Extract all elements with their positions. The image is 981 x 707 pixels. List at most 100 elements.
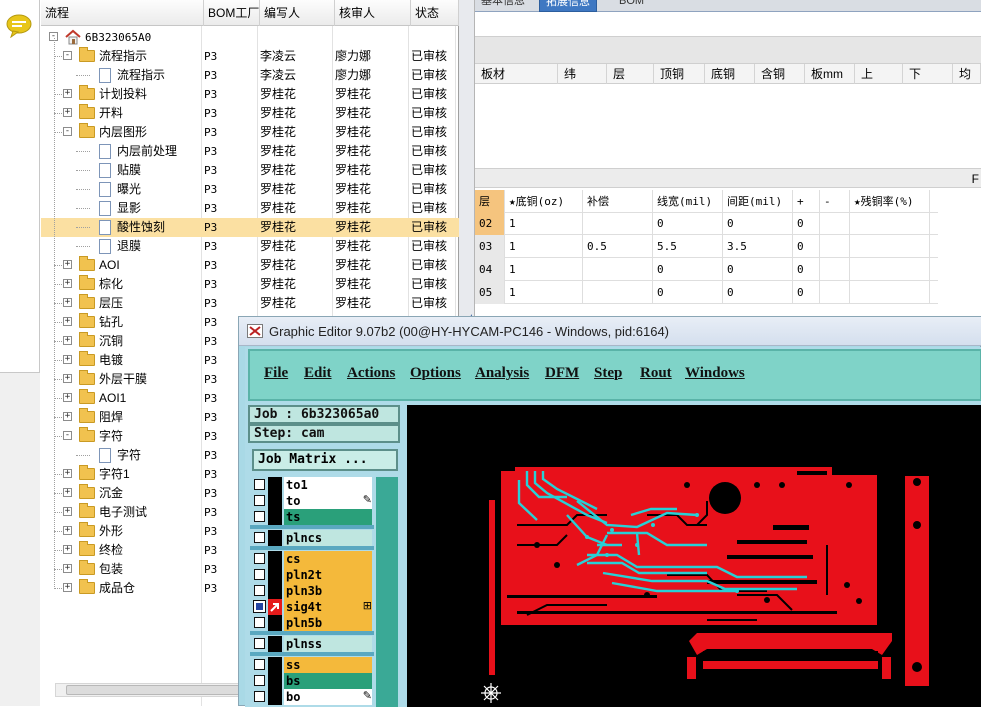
layer-cell[interactable] <box>850 258 930 281</box>
layer-name[interactable]: pln2t <box>284 567 372 583</box>
expand-toggle-icon[interactable]: + <box>63 355 72 364</box>
layer-cell[interactable] <box>583 258 653 281</box>
tree-row[interactable]: + 计划投料 P3 罗桂花 罗桂花 已审核 <box>41 85 459 104</box>
collapse-toggle-icon[interactable]: - <box>63 51 72 60</box>
layer-cell[interactable]: 02 <box>475 212 505 235</box>
layer-visibility-checkbox[interactable] <box>254 479 265 490</box>
menu-file[interactable]: File <box>264 365 288 382</box>
expand-toggle-icon[interactable]: + <box>63 108 72 117</box>
layer-cell[interactable]: 05 <box>475 281 505 304</box>
layer-cell[interactable] <box>583 212 653 235</box>
window-titlebar[interactable]: Graphic Editor 9.07b2 (00@HY-HYCAM-PC146… <box>239 317 981 346</box>
layer-row[interactable]: cs <box>250 551 374 567</box>
menu-windows[interactable]: Windows <box>685 365 745 382</box>
layer-name[interactable]: bs <box>284 673 372 689</box>
layer-visibility-checkbox[interactable] <box>254 659 265 670</box>
col-header-flow[interactable]: 流程 <box>41 0 204 26</box>
pcb-graphics-canvas[interactable] <box>407 405 981 707</box>
tree-row[interactable]: - 流程指示 P3 李凌云 廖力娜 已审核 <box>41 47 459 66</box>
menu-step[interactable]: Step <box>594 365 622 382</box>
tree-row[interactable]: 退膜 P3 罗桂花 罗桂花 已审核 <box>41 237 459 256</box>
tree-row[interactable]: + 开料 P3 罗桂花 罗桂花 已审核 <box>41 104 459 123</box>
layer-cell[interactable]: 04 <box>475 258 505 281</box>
layer-cell[interactable]: 0 <box>723 258 793 281</box>
layer-color-swatch[interactable] <box>268 567 282 583</box>
layer-visibility-checkbox[interactable] <box>254 675 265 686</box>
layer-cell[interactable]: 0 <box>793 212 820 235</box>
layer-row[interactable]: plncs <box>250 530 374 546</box>
layer-visibility-checkbox[interactable] <box>254 585 265 596</box>
tab-basic-info[interactable]: 基本信息 <box>475 0 531 12</box>
layer-color-swatch[interactable] <box>268 551 282 567</box>
layer-visibility-checkbox[interactable] <box>254 569 265 580</box>
menu-dfm[interactable]: DFM <box>545 365 579 382</box>
layer-cell[interactable]: 1 <box>505 281 583 304</box>
layer-cell[interactable]: 0 <box>723 281 793 304</box>
layer-name[interactable]: to1 <box>284 477 372 493</box>
layer-row[interactable]: ss <box>250 657 374 673</box>
tree-row[interactable]: + 层压 P3 罗桂花 罗桂花 已审核 <box>41 294 459 313</box>
layer-name[interactable]: ss <box>284 657 372 673</box>
layer-list-scrollbar[interactable] <box>376 477 398 707</box>
layer-color-swatch[interactable] <box>268 599 282 615</box>
chat-icon[interactable] <box>5 14 35 39</box>
layer-row[interactable]: bs <box>250 673 374 689</box>
layer-cell[interactable]: 0 <box>793 281 820 304</box>
layer-row[interactable]: sig4t ⊞ <box>250 599 374 615</box>
expand-toggle-icon[interactable]: + <box>63 507 72 516</box>
layer-cell[interactable]: 5.5 <box>653 235 723 258</box>
tree-root-row[interactable]: - 6B323065A0 <box>41 28 459 47</box>
expand-toggle-icon[interactable]: + <box>63 336 72 345</box>
layer-visibility-checkbox[interactable] <box>254 617 265 628</box>
collapse-toggle-icon[interactable]: - <box>63 431 72 440</box>
layer-name[interactable]: plnss <box>284 636 372 652</box>
layer-color-swatch[interactable] <box>268 493 282 509</box>
tree-row[interactable]: 流程指示 P3 李凌云 廖力娜 已审核 <box>41 66 459 85</box>
layer-row[interactable]: to1 <box>250 477 374 493</box>
layer-cell[interactable]: 03 <box>475 235 505 258</box>
layer-name[interactable]: plncs <box>284 530 372 546</box>
layer-cell[interactable]: 0 <box>653 258 723 281</box>
expand-toggle-icon[interactable]: + <box>63 526 72 535</box>
layer-cell[interactable] <box>850 281 930 304</box>
layer-color-swatch[interactable] <box>268 509 282 525</box>
menu-analysis[interactable]: Analysis <box>475 365 529 382</box>
layer-cell[interactable]: 0 <box>653 281 723 304</box>
expand-toggle-icon[interactable]: + <box>63 89 72 98</box>
tree-row[interactable]: + AOI P3 罗桂花 罗桂花 已审核 <box>41 256 459 275</box>
layer-cell[interactable]: 0 <box>793 235 820 258</box>
layer-name[interactable]: sig4t <box>284 599 372 615</box>
tree-row[interactable]: + 棕化 P3 罗桂花 罗桂花 已审核 <box>41 275 459 294</box>
layer-cell[interactable] <box>820 281 850 304</box>
layer-color-swatch[interactable] <box>268 530 282 546</box>
layer-color-swatch[interactable] <box>268 636 282 652</box>
tree-row[interactable]: 贴膜 P3 罗桂花 罗桂花 已审核 <box>41 161 459 180</box>
layer-cell[interactable]: 0 <box>793 258 820 281</box>
expand-toggle-icon[interactable]: + <box>63 260 72 269</box>
menu-options[interactable]: Options <box>410 365 461 382</box>
expand-toggle-icon[interactable]: + <box>63 564 72 573</box>
layer-color-swatch[interactable] <box>268 657 282 673</box>
collapse-toggle-icon[interactable]: - <box>63 127 72 136</box>
job-matrix-button[interactable]: Job Matrix ... <box>252 449 398 471</box>
layer-cell[interactable] <box>820 258 850 281</box>
tab-bom[interactable]: BOM <box>613 0 650 12</box>
layer-edit-icon[interactable]: ✎ <box>363 493 372 506</box>
layer-row[interactable]: pln5b <box>250 615 374 631</box>
expand-toggle-icon[interactable]: + <box>63 583 72 592</box>
menu-actions[interactable]: Actions <box>347 365 395 382</box>
layer-cell[interactable]: 0 <box>723 212 793 235</box>
layer-row[interactable]: ts <box>250 509 374 525</box>
layer-cell[interactable] <box>850 212 930 235</box>
menu-rout[interactable]: Rout <box>640 365 672 382</box>
layer-cell[interactable] <box>820 235 850 258</box>
layer-row[interactable]: pln2t <box>250 567 374 583</box>
expand-toggle-icon[interactable]: + <box>63 469 72 478</box>
layer-cell[interactable] <box>820 212 850 235</box>
expand-toggle-icon[interactable]: + <box>63 545 72 554</box>
layer-cell[interactable]: 3.5 <box>723 235 793 258</box>
layer-visibility-checkbox[interactable] <box>254 553 265 564</box>
col-header-bom[interactable]: BOM工厂 <box>204 0 260 26</box>
layer-row[interactable]: plnss <box>250 636 374 652</box>
layer-name[interactable]: to <box>284 493 372 509</box>
